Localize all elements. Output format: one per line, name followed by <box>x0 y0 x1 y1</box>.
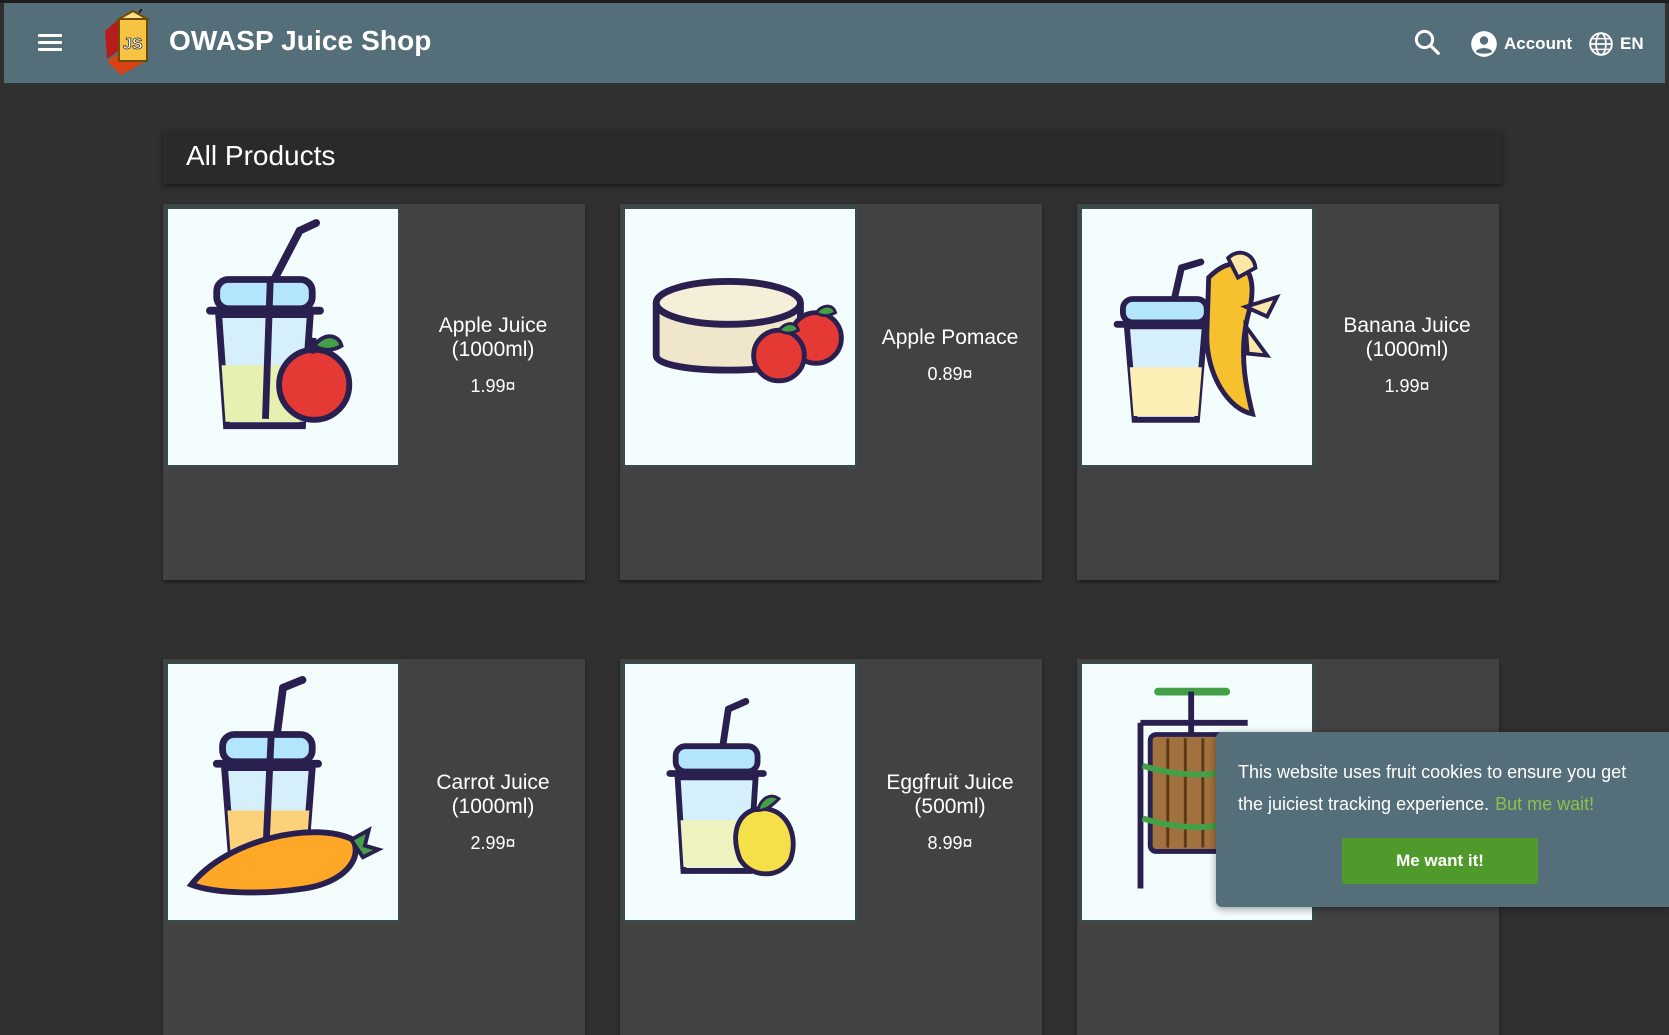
carrot-juice-icon <box>186 676 384 896</box>
top-toolbar: JS OWASP Juice Shop Account EN <box>4 3 1665 83</box>
product-card-banana-juice[interactable]: Banana Juice (1000ml) 1.99¤ <box>1077 204 1499 580</box>
search-icon <box>1414 29 1440 55</box>
cookie-learn-more-link[interactable]: But me wait! <box>1495 794 1594 814</box>
product-name: Banana Juice (1000ml) <box>1343 314 1471 361</box>
product-info: Banana Juice (1000ml) 1.99¤ <box>1315 314 1499 397</box>
banana-juice-icon <box>1113 250 1281 423</box>
product-info: Apple Pomace 0.89¤ <box>858 326 1042 385</box>
product-card-eggfruit-juice[interactable]: Eggfruit Juice (500ml) 8.99¤ <box>620 659 1042 1035</box>
product-price: 2.99¤ <box>470 833 516 853</box>
product-image[interactable] <box>165 206 401 468</box>
product-name: Apple Juice (1000ml) <box>438 314 548 361</box>
product-image[interactable] <box>165 661 401 923</box>
product-name: Eggfruit Juice (500ml) <box>886 771 1014 818</box>
account-label: Account <box>1504 34 1572 53</box>
account-button[interactable]: Account <box>1470 27 1572 61</box>
globe-icon <box>1589 32 1613 56</box>
page-title: All Products <box>186 140 336 171</box>
product-info: Apple Juice (1000ml) 1.99¤ <box>401 314 585 397</box>
apple-juice-icon <box>206 219 353 430</box>
product-price: 1.99¤ <box>1384 376 1430 396</box>
cookie-accept-button[interactable]: Me want it! <box>1342 838 1538 884</box>
product-price: 8.99¤ <box>927 833 973 853</box>
product-image[interactable] <box>1079 206 1315 468</box>
cookie-message: This website uses fruit cookies to ensur… <box>1238 756 1648 820</box>
app-title[interactable]: OWASP Juice Shop <box>169 25 431 57</box>
product-card-carrot-juice[interactable]: Carrot Juice (1000ml) 2.99¤ <box>163 659 585 1035</box>
product-card-apple-juice[interactable]: Apple Juice (1000ml) 1.99¤ <box>163 204 585 580</box>
product-name: Apple Pomace <box>881 326 1019 349</box>
products-heading-bar: All Products <box>163 130 1502 184</box>
product-info: Eggfruit Juice (500ml) 8.99¤ <box>858 771 1042 854</box>
svg-text:JS: JS <box>123 36 143 53</box>
apple-pomace-icon <box>652 278 844 384</box>
cookie-consent-banner: This website uses fruit cookies to ensur… <box>1216 732 1669 907</box>
language-button[interactable]: EN <box>1588 27 1644 61</box>
product-price: 0.89¤ <box>927 364 973 384</box>
search-button[interactable] <box>1412 27 1446 61</box>
eggfruit-juice-icon <box>666 697 796 877</box>
juice-shop-logo[interactable]: JS <box>99 6 161 75</box>
language-label: EN <box>1620 34 1644 53</box>
product-price: 1.99¤ <box>470 376 516 396</box>
product-card-apple-pomace[interactable]: Apple Pomace 0.89¤ <box>620 204 1042 580</box>
account-circle-icon <box>1471 31 1497 57</box>
product-name: Carrot Juice (1000ml) <box>436 771 550 818</box>
menu-button[interactable] <box>38 30 68 56</box>
product-image[interactable] <box>622 206 858 468</box>
menu-icon <box>38 34 68 51</box>
product-image[interactable] <box>622 661 858 923</box>
product-info: Carrot Juice (1000ml) 2.99¤ <box>401 771 585 854</box>
